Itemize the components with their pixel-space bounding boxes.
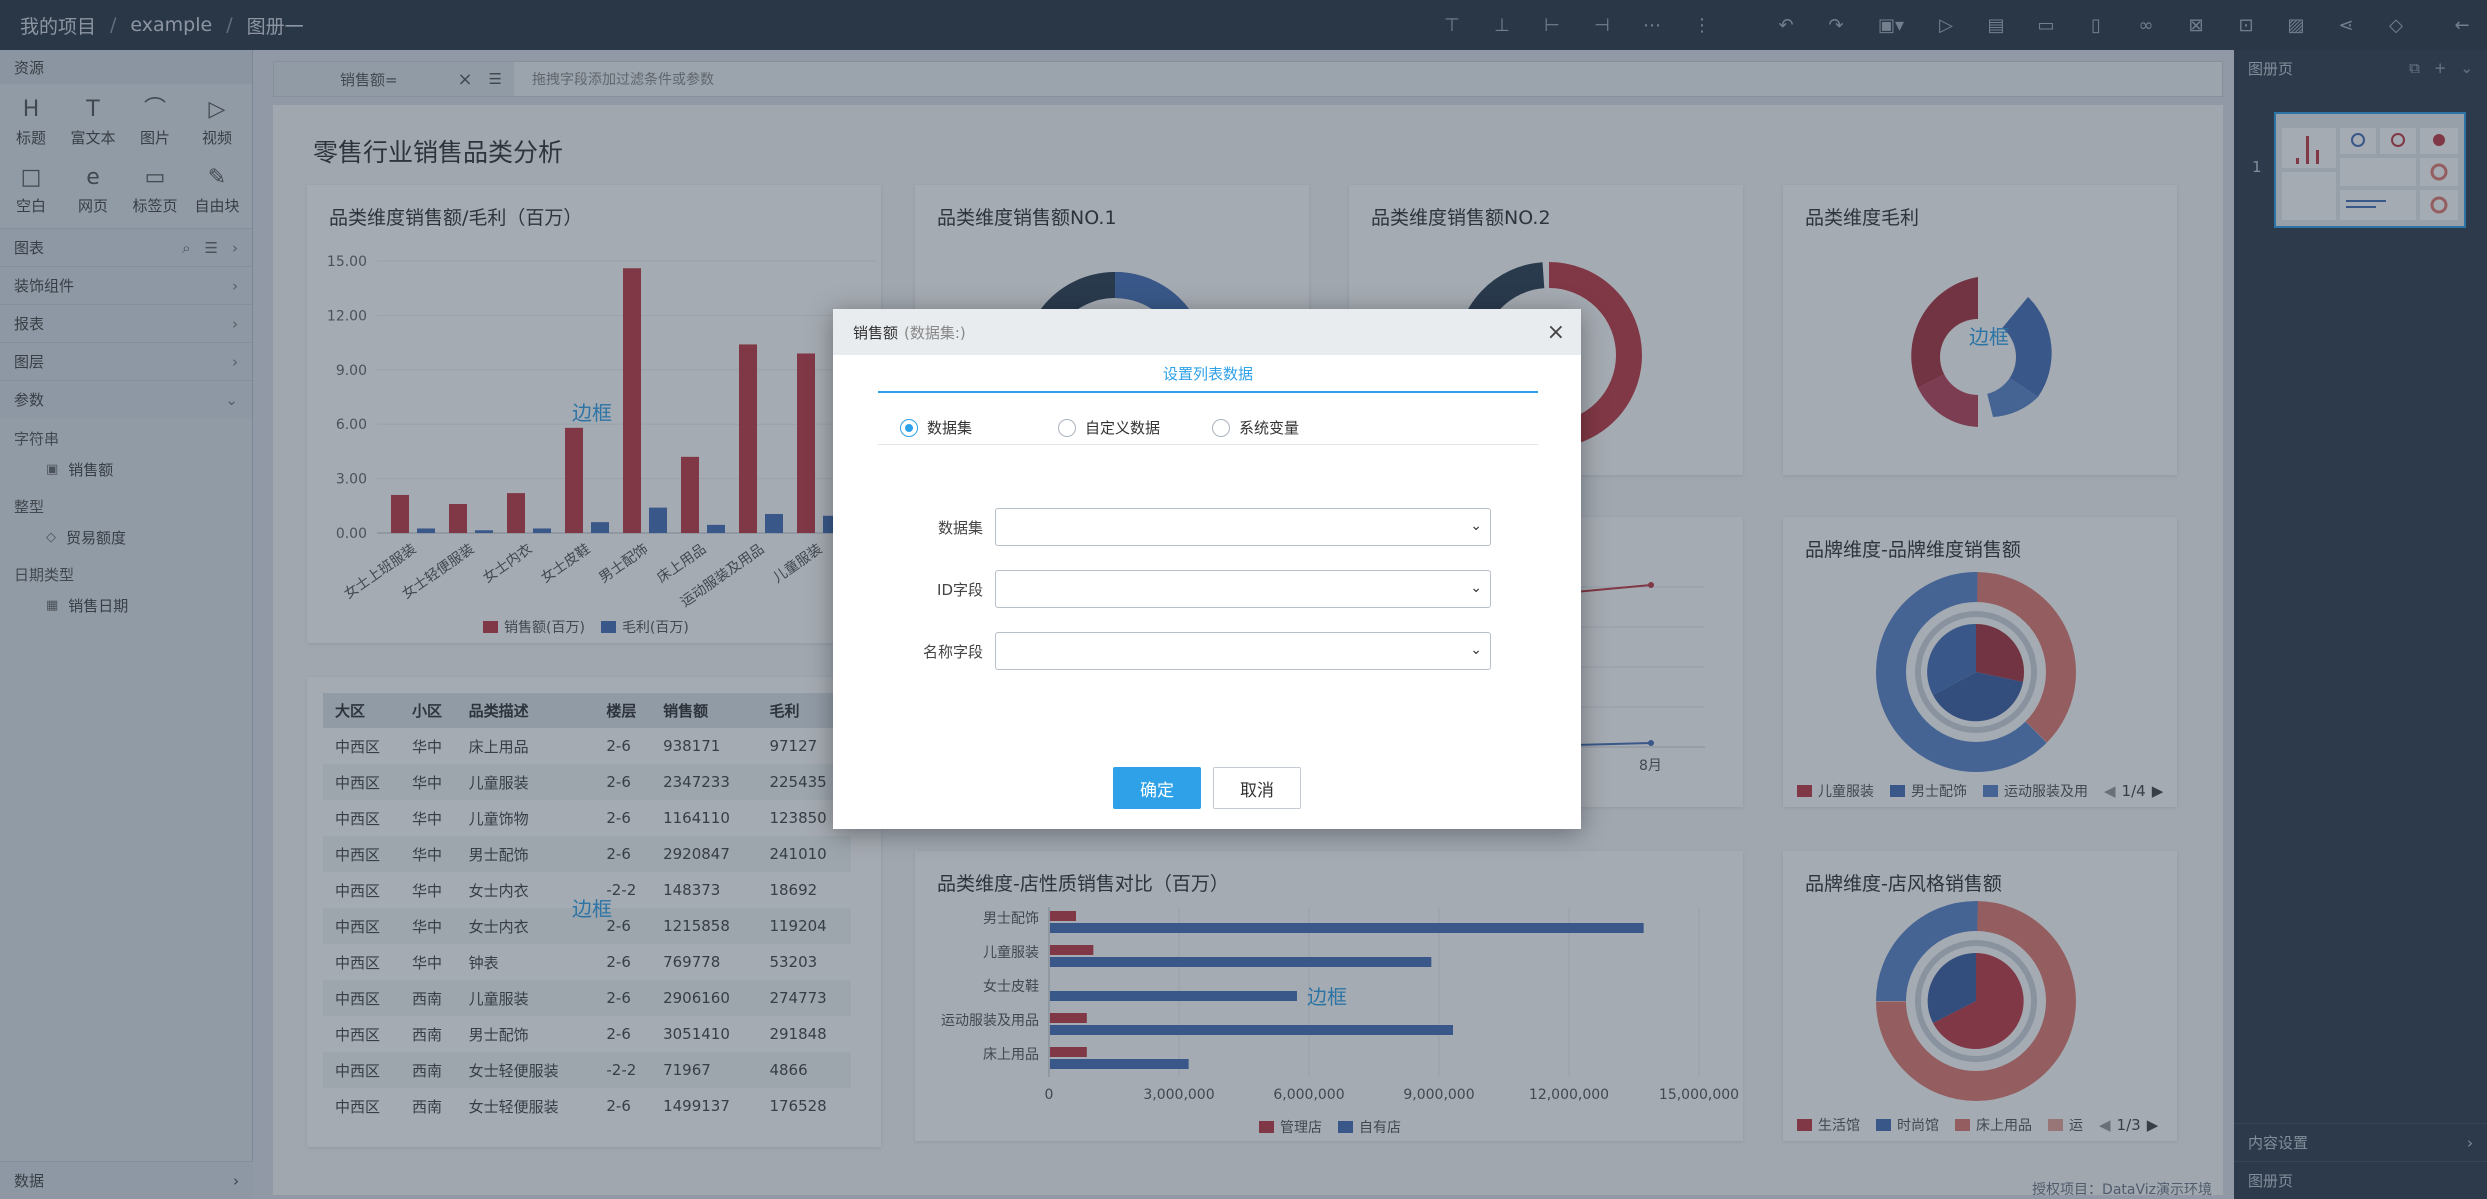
data-source-radios: 数据集 自定义数据 系统变量 [878,411,1538,445]
id-field-row: ID字段 ⌄ [833,570,1581,608]
chevron-down-icon: ⌄ [1470,518,1482,534]
radio-custom-data[interactable]: 自定义数据 [1028,417,1198,438]
radio-label: 数据集 [927,419,973,437]
dataset-row: 数据集 ⌄ [833,508,1581,546]
dataset-select[interactable]: ⌄ [995,508,1491,546]
cancel-button[interactable]: 取消 [1213,767,1301,809]
id-field-select[interactable]: ⌄ [995,570,1491,608]
radio-dataset[interactable]: 数据集 [878,417,1028,438]
close-icon[interactable]: × [1547,320,1565,345]
name-field-row: 名称字段 ⌄ [833,632,1581,670]
field-label: ID字段 [937,580,983,599]
radio-button[interactable] [900,418,918,437]
confirm-button[interactable]: 确定 [1113,767,1201,809]
radio-system-variable[interactable]: 系统变量 [1198,417,1348,438]
radio-label: 自定义数据 [1085,419,1161,437]
dialog-buttons: 确定 取消 [833,767,1581,809]
dialog-header: 销售额 (数据集:) × [833,309,1581,355]
chevron-down-icon: ⌄ [1470,580,1482,596]
tab-list-data[interactable]: 设置列表数据 [878,355,1538,393]
chevron-down-icon: ⌄ [1470,642,1482,658]
radio-button[interactable] [1212,418,1230,437]
radio-label: 系统变量 [1239,419,1300,437]
field-label: 数据集 [937,518,983,537]
list-data-dialog: 销售额 (数据集:) × 设置列表数据 数据集 自定义数据 系统变量 数据集 ⌄ … [833,309,1581,829]
dialog-subtitle: (数据集:) [904,323,966,342]
radio-button[interactable] [1058,418,1076,437]
name-field-select[interactable]: ⌄ [995,632,1491,670]
dialog-title: 销售额 [853,323,899,342]
field-label: 名称字段 [922,642,983,661]
